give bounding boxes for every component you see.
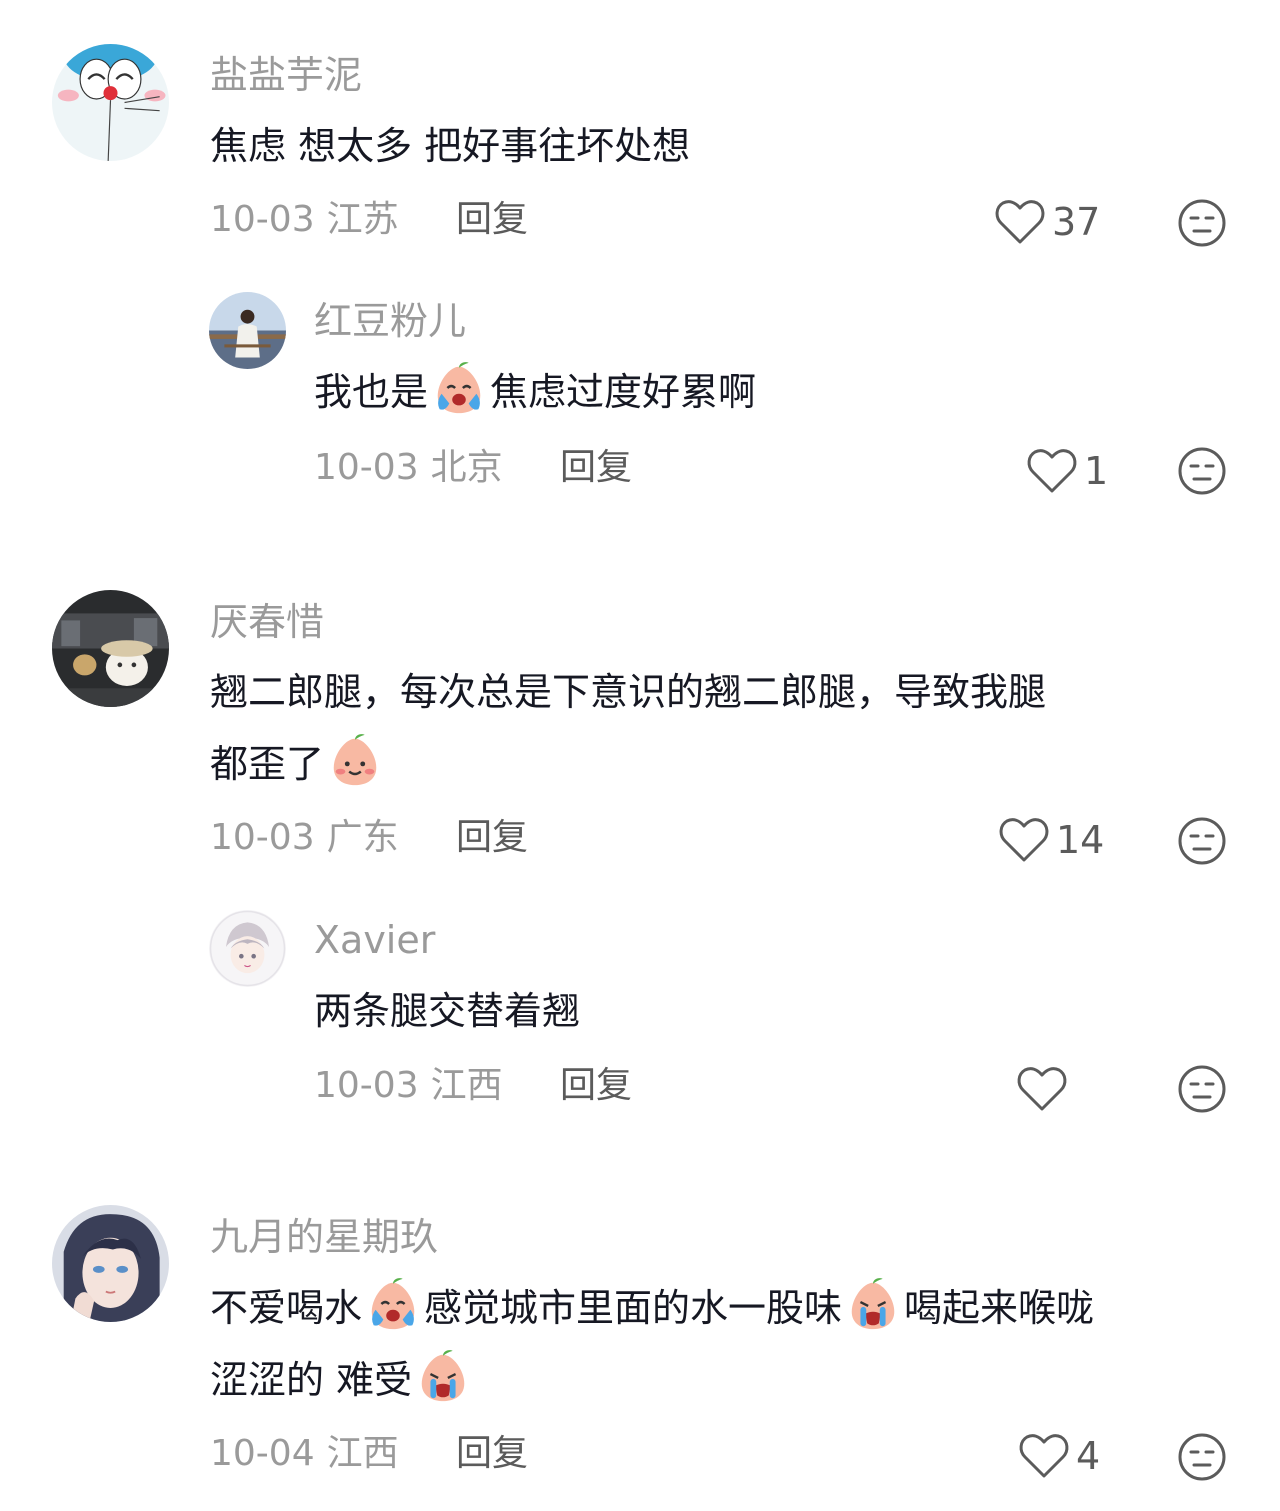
crying-peach-emoji bbox=[364, 1275, 422, 1333]
like-count: 1 bbox=[1084, 449, 1109, 493]
crying-peach-emoji bbox=[430, 359, 488, 417]
comment-location: 广东 bbox=[326, 817, 399, 858]
anime-boy-avatar[interactable] bbox=[209, 910, 286, 987]
heart-outline-icon bbox=[1017, 1067, 1067, 1111]
comment-location: 北京 bbox=[430, 447, 503, 488]
reply-button[interactable]: 回复 bbox=[560, 450, 632, 486]
comment-text-part: 焦虑过度好累啊 bbox=[490, 370, 757, 414]
comment-text: 焦虑 想太多 把好事往坏处想 bbox=[210, 110, 690, 182]
anime-scene-avatar[interactable] bbox=[52, 590, 169, 707]
comment-date: 10-03 bbox=[314, 1065, 419, 1106]
comment-text: 我也是 焦虑过度好累啊 bbox=[314, 356, 756, 428]
username[interactable]: 红豆粉儿 bbox=[314, 302, 466, 340]
comment-meta: 10-04 江西 回复 bbox=[210, 1433, 528, 1474]
sobbing-peach-emoji bbox=[414, 1347, 472, 1405]
like-button[interactable]: 1 bbox=[1026, 445, 1108, 497]
comment-text-part: 不爱喝水 bbox=[210, 1286, 363, 1330]
reply-button[interactable]: 回复 bbox=[560, 1068, 632, 1104]
username[interactable]: 厌春惜 bbox=[210, 603, 324, 641]
comment-text-part: 喝起来喉咙 bbox=[904, 1286, 1095, 1330]
like-button[interactable]: 14 bbox=[998, 814, 1104, 866]
comment-text-part: 两条腿交替着翘 bbox=[314, 989, 581, 1033]
like-count: 37 bbox=[1052, 200, 1101, 244]
comment-date: 10-04 bbox=[210, 1433, 315, 1474]
doraemon-avatar[interactable] bbox=[52, 44, 169, 161]
username[interactable]: 九月的星期玖 bbox=[210, 1218, 438, 1256]
username[interactable]: 盐盐芋泥 bbox=[210, 56, 362, 94]
dislike-face-icon[interactable] bbox=[1177, 198, 1227, 248]
username[interactable]: Xavier bbox=[314, 921, 435, 959]
comment-text-part: 感觉城市里面的水一股味 bbox=[424, 1286, 843, 1330]
comment-text-part: 我也是 bbox=[314, 370, 429, 414]
reply-button[interactable]: 回复 bbox=[456, 1436, 528, 1472]
comment-text-part: 涩涩的 难受 bbox=[210, 1358, 413, 1402]
comment-text-part: 都歪了 bbox=[210, 742, 325, 786]
dislike-face-icon[interactable] bbox=[1177, 1432, 1227, 1482]
comment-location: 江西 bbox=[430, 1065, 503, 1106]
reply-button[interactable]: 回复 bbox=[456, 202, 528, 238]
comment-text-part: 焦虑 想太多 把好事往坏处想 bbox=[210, 124, 691, 168]
like-count: 14 bbox=[1056, 818, 1105, 862]
comment-text: 不爱喝水 感觉城市里面的水一股味 喝起来喉咙 涩涩的 难受 bbox=[210, 1272, 1094, 1416]
heart-outline-icon bbox=[1027, 449, 1077, 493]
comment-location: 江西 bbox=[326, 1433, 399, 1474]
like-button[interactable]: 4 bbox=[1018, 1430, 1100, 1482]
heart-outline-icon bbox=[999, 818, 1049, 862]
dislike-face-icon[interactable] bbox=[1177, 816, 1227, 866]
comment-text-line: 涩涩的 难受 bbox=[210, 1344, 1094, 1416]
smiling-peach-emoji bbox=[326, 731, 384, 789]
heart-outline-icon bbox=[1019, 1434, 1069, 1478]
comment-location: 江苏 bbox=[326, 199, 399, 240]
comment-meta: 10-03 江苏 回复 bbox=[210, 199, 528, 240]
comment-date: 10-03 bbox=[210, 817, 315, 858]
like-button[interactable] bbox=[1016, 1063, 1074, 1115]
reply-button[interactable]: 回复 bbox=[456, 820, 528, 856]
sobbing-peach-emoji bbox=[844, 1275, 902, 1333]
heart-outline-icon bbox=[995, 200, 1045, 244]
comment-text-line: 都歪了 bbox=[210, 728, 1046, 800]
dislike-face-icon[interactable] bbox=[1177, 1064, 1227, 1114]
comment-meta: 10-03 广东 回复 bbox=[210, 817, 528, 858]
girl-photo-avatar[interactable] bbox=[209, 292, 286, 369]
dislike-face-icon[interactable] bbox=[1177, 446, 1227, 496]
like-count: 4 bbox=[1076, 1434, 1101, 1478]
comment-meta: 10-03 北京 回复 bbox=[314, 447, 632, 488]
like-button[interactable]: 37 bbox=[994, 196, 1100, 248]
comment-text: 两条腿交替着翘 bbox=[314, 975, 580, 1047]
comment-meta: 10-03 江西 回复 bbox=[314, 1065, 632, 1106]
anime-portrait-avatar[interactable] bbox=[52, 1205, 169, 1322]
comment-date: 10-03 bbox=[210, 199, 315, 240]
comment-text-line: 不爱喝水 感觉城市里面的水一股味 喝起来喉咙 bbox=[210, 1272, 1094, 1344]
comment-date: 10-03 bbox=[314, 447, 419, 488]
comment-text-line: 翘二郎腿，每次总是下意识的翘二郎腿，导致我腿 bbox=[210, 670, 1047, 714]
comment-text: 翘二郎腿，每次总是下意识的翘二郎腿，导致我腿 都歪了 bbox=[210, 656, 1046, 800]
